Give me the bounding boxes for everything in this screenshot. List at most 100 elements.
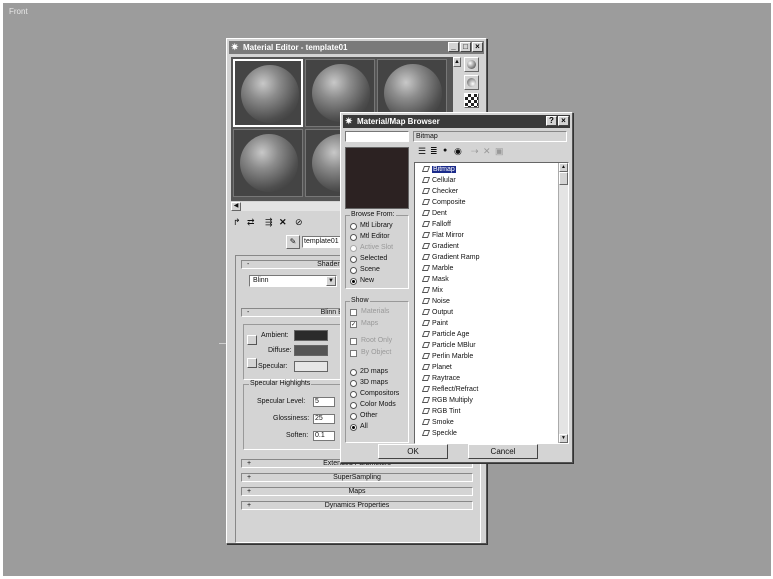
browse-from-radio[interactable]: [350, 267, 357, 274]
lock-ambient-diffuse-button[interactable]: [247, 335, 257, 345]
map-list-item[interactable]: Reflect/Refract: [415, 384, 568, 395]
sample-slot[interactable]: [233, 129, 303, 197]
map-type-radio[interactable]: [350, 369, 357, 376]
browse-from-radio[interactable]: [350, 256, 357, 263]
ambient-swatch[interactable]: [294, 330, 328, 341]
map-list-item[interactable]: Bitmap: [415, 164, 568, 175]
get-material-icon[interactable]: ↱: [233, 217, 241, 227]
rollout-header[interactable]: + Dynamics Properties: [241, 501, 473, 510]
map-list-item[interactable]: Output: [415, 307, 568, 318]
sample-slot[interactable]: [233, 59, 303, 127]
slot-hscroll-left-button[interactable]: ◀: [231, 202, 241, 211]
browse-from-radio[interactable]: [350, 223, 357, 230]
close-button[interactable]: ×: [472, 42, 483, 52]
rollout-title: SuperSampling: [333, 474, 381, 481]
map-type-radio[interactable]: [350, 424, 357, 431]
view-list-icons-icon[interactable]: ≣: [430, 146, 438, 156]
sample-sphere: [240, 134, 298, 192]
map-type-radio[interactable]: [350, 402, 357, 409]
show-checkbox[interactable]: [350, 309, 357, 316]
lock-diffuse-specular-button[interactable]: [247, 358, 257, 368]
pick-material-button[interactable]: ✎: [286, 235, 300, 249]
delete-from-library-icon[interactable]: ✕: [483, 146, 491, 156]
map-list-item[interactable]: Checker: [415, 186, 568, 197]
map-list-item[interactable]: Mask: [415, 274, 568, 285]
map-list-item[interactable]: Flat Mirror: [415, 230, 568, 241]
map-list-scrollbar[interactable]: ▲ ▼: [558, 163, 568, 443]
make-copy-icon[interactable]: ⊘: [295, 217, 303, 227]
view-small-icons-icon[interactable]: ●: [443, 146, 447, 156]
map-list-item[interactable]: Gradient Ramp: [415, 252, 568, 263]
browser-search-input[interactable]: [345, 131, 409, 142]
map-list-item[interactable]: Composite: [415, 197, 568, 208]
map-list-item[interactable]: Perlin Marble: [415, 351, 568, 362]
map-list-item[interactable]: Falloff: [415, 219, 568, 230]
show-label: Materials: [361, 308, 390, 315]
browser-titlebar[interactable]: ✷ Material/Map Browser ? ×: [343, 115, 570, 128]
show-checkbox[interactable]: [350, 338, 357, 345]
browse-from-radio[interactable]: [350, 234, 357, 241]
shader-type-dropdown[interactable]: Blinn ▼: [249, 275, 337, 287]
scroll-up-button[interactable]: ▲: [559, 163, 568, 172]
map-type-label: All: [360, 423, 368, 430]
map-list-item[interactable]: Gradient: [415, 241, 568, 252]
specular-label: Specular:: [258, 363, 288, 370]
update-scene-icon[interactable]: ⇢: [471, 146, 479, 156]
slot-vscroll-up-button[interactable]: ▲: [453, 57, 461, 67]
map-list-item[interactable]: Speckle: [415, 428, 568, 439]
close-button[interactable]: ×: [558, 116, 569, 126]
scroll-thumb[interactable]: [559, 172, 568, 185]
view-list-icon[interactable]: ☰: [418, 146, 426, 156]
map-list-item[interactable]: Paint: [415, 318, 568, 329]
map-list-item[interactable]: Noise: [415, 296, 568, 307]
delete-icon[interactable]: ✕: [279, 217, 287, 227]
view-large-icons-icon[interactable]: ◉: [454, 146, 462, 156]
map-list-item[interactable]: Raytrace: [415, 373, 568, 384]
material-editor-title: Material Editor - template01: [243, 43, 348, 52]
map-list-item[interactable]: Marble: [415, 263, 568, 274]
help-button[interactable]: ?: [546, 116, 557, 126]
map-list-item-label: Falloff: [432, 221, 451, 228]
specular-level-spinner[interactable]: 5: [313, 397, 335, 407]
map-list-item[interactable]: Dent: [415, 208, 568, 219]
cancel-button[interactable]: Cancel: [468, 444, 538, 459]
rollout-header[interactable]: + SuperSampling: [241, 473, 473, 482]
map-list-item[interactable]: RGB Multiply: [415, 395, 568, 406]
map-list[interactable]: Bitmap Cellular Checker Composite Dent Fallof…: [414, 162, 569, 444]
show-label: Maps: [361, 320, 379, 327]
viewport-label[interactable]: Front: [9, 7, 28, 16]
browse-from-radio[interactable]: [350, 278, 357, 285]
specular-swatch[interactable]: [294, 361, 328, 372]
put-to-scene-icon[interactable]: ⇄: [247, 217, 255, 227]
map-type-radio[interactable]: [350, 413, 357, 420]
diffuse-swatch[interactable]: [294, 345, 328, 356]
map-list-item[interactable]: Planet: [415, 362, 568, 373]
scroll-down-button[interactable]: ▼: [559, 434, 568, 443]
map-list-item[interactable]: Cellular: [415, 175, 568, 186]
backlight-button[interactable]: [464, 75, 479, 90]
soften-spinner[interactable]: 0.1: [313, 431, 335, 441]
clear-library-icon[interactable]: ▣: [495, 146, 504, 156]
minimize-button[interactable]: _: [448, 42, 459, 52]
material-editor-titlebar[interactable]: ✷ Material Editor - template01 _ □ ×: [229, 41, 484, 54]
map-type-radio[interactable]: [350, 380, 357, 387]
glossiness-spinner[interactable]: 25: [313, 414, 335, 424]
assign-material-icon[interactable]: ⇶: [265, 217, 273, 227]
map-list-item[interactable]: Particle MBlur: [415, 340, 568, 351]
slot-hscroll-track[interactable]: [241, 202, 341, 211]
map-list-item[interactable]: Particle Age: [415, 329, 568, 340]
map-list-item[interactable]: Mix: [415, 285, 568, 296]
map-list-item[interactable]: Smoke: [415, 417, 568, 428]
show-checkbox[interactable]: ✓: [350, 321, 357, 328]
material-name-field[interactable]: template01: [302, 236, 342, 248]
browse-from-radio[interactable]: [350, 245, 357, 252]
map-type-radio[interactable]: [350, 391, 357, 398]
show-checkbox[interactable]: [350, 350, 357, 357]
browse-from-label: Selected: [360, 255, 388, 262]
rollout-header[interactable]: + Maps: [241, 487, 473, 496]
map-list-item[interactable]: RGB Tint: [415, 406, 568, 417]
maximize-button[interactable]: □: [460, 42, 471, 52]
ok-button[interactable]: OK: [378, 444, 448, 459]
background-button[interactable]: [464, 93, 479, 108]
sample-type-button[interactable]: [464, 57, 479, 72]
